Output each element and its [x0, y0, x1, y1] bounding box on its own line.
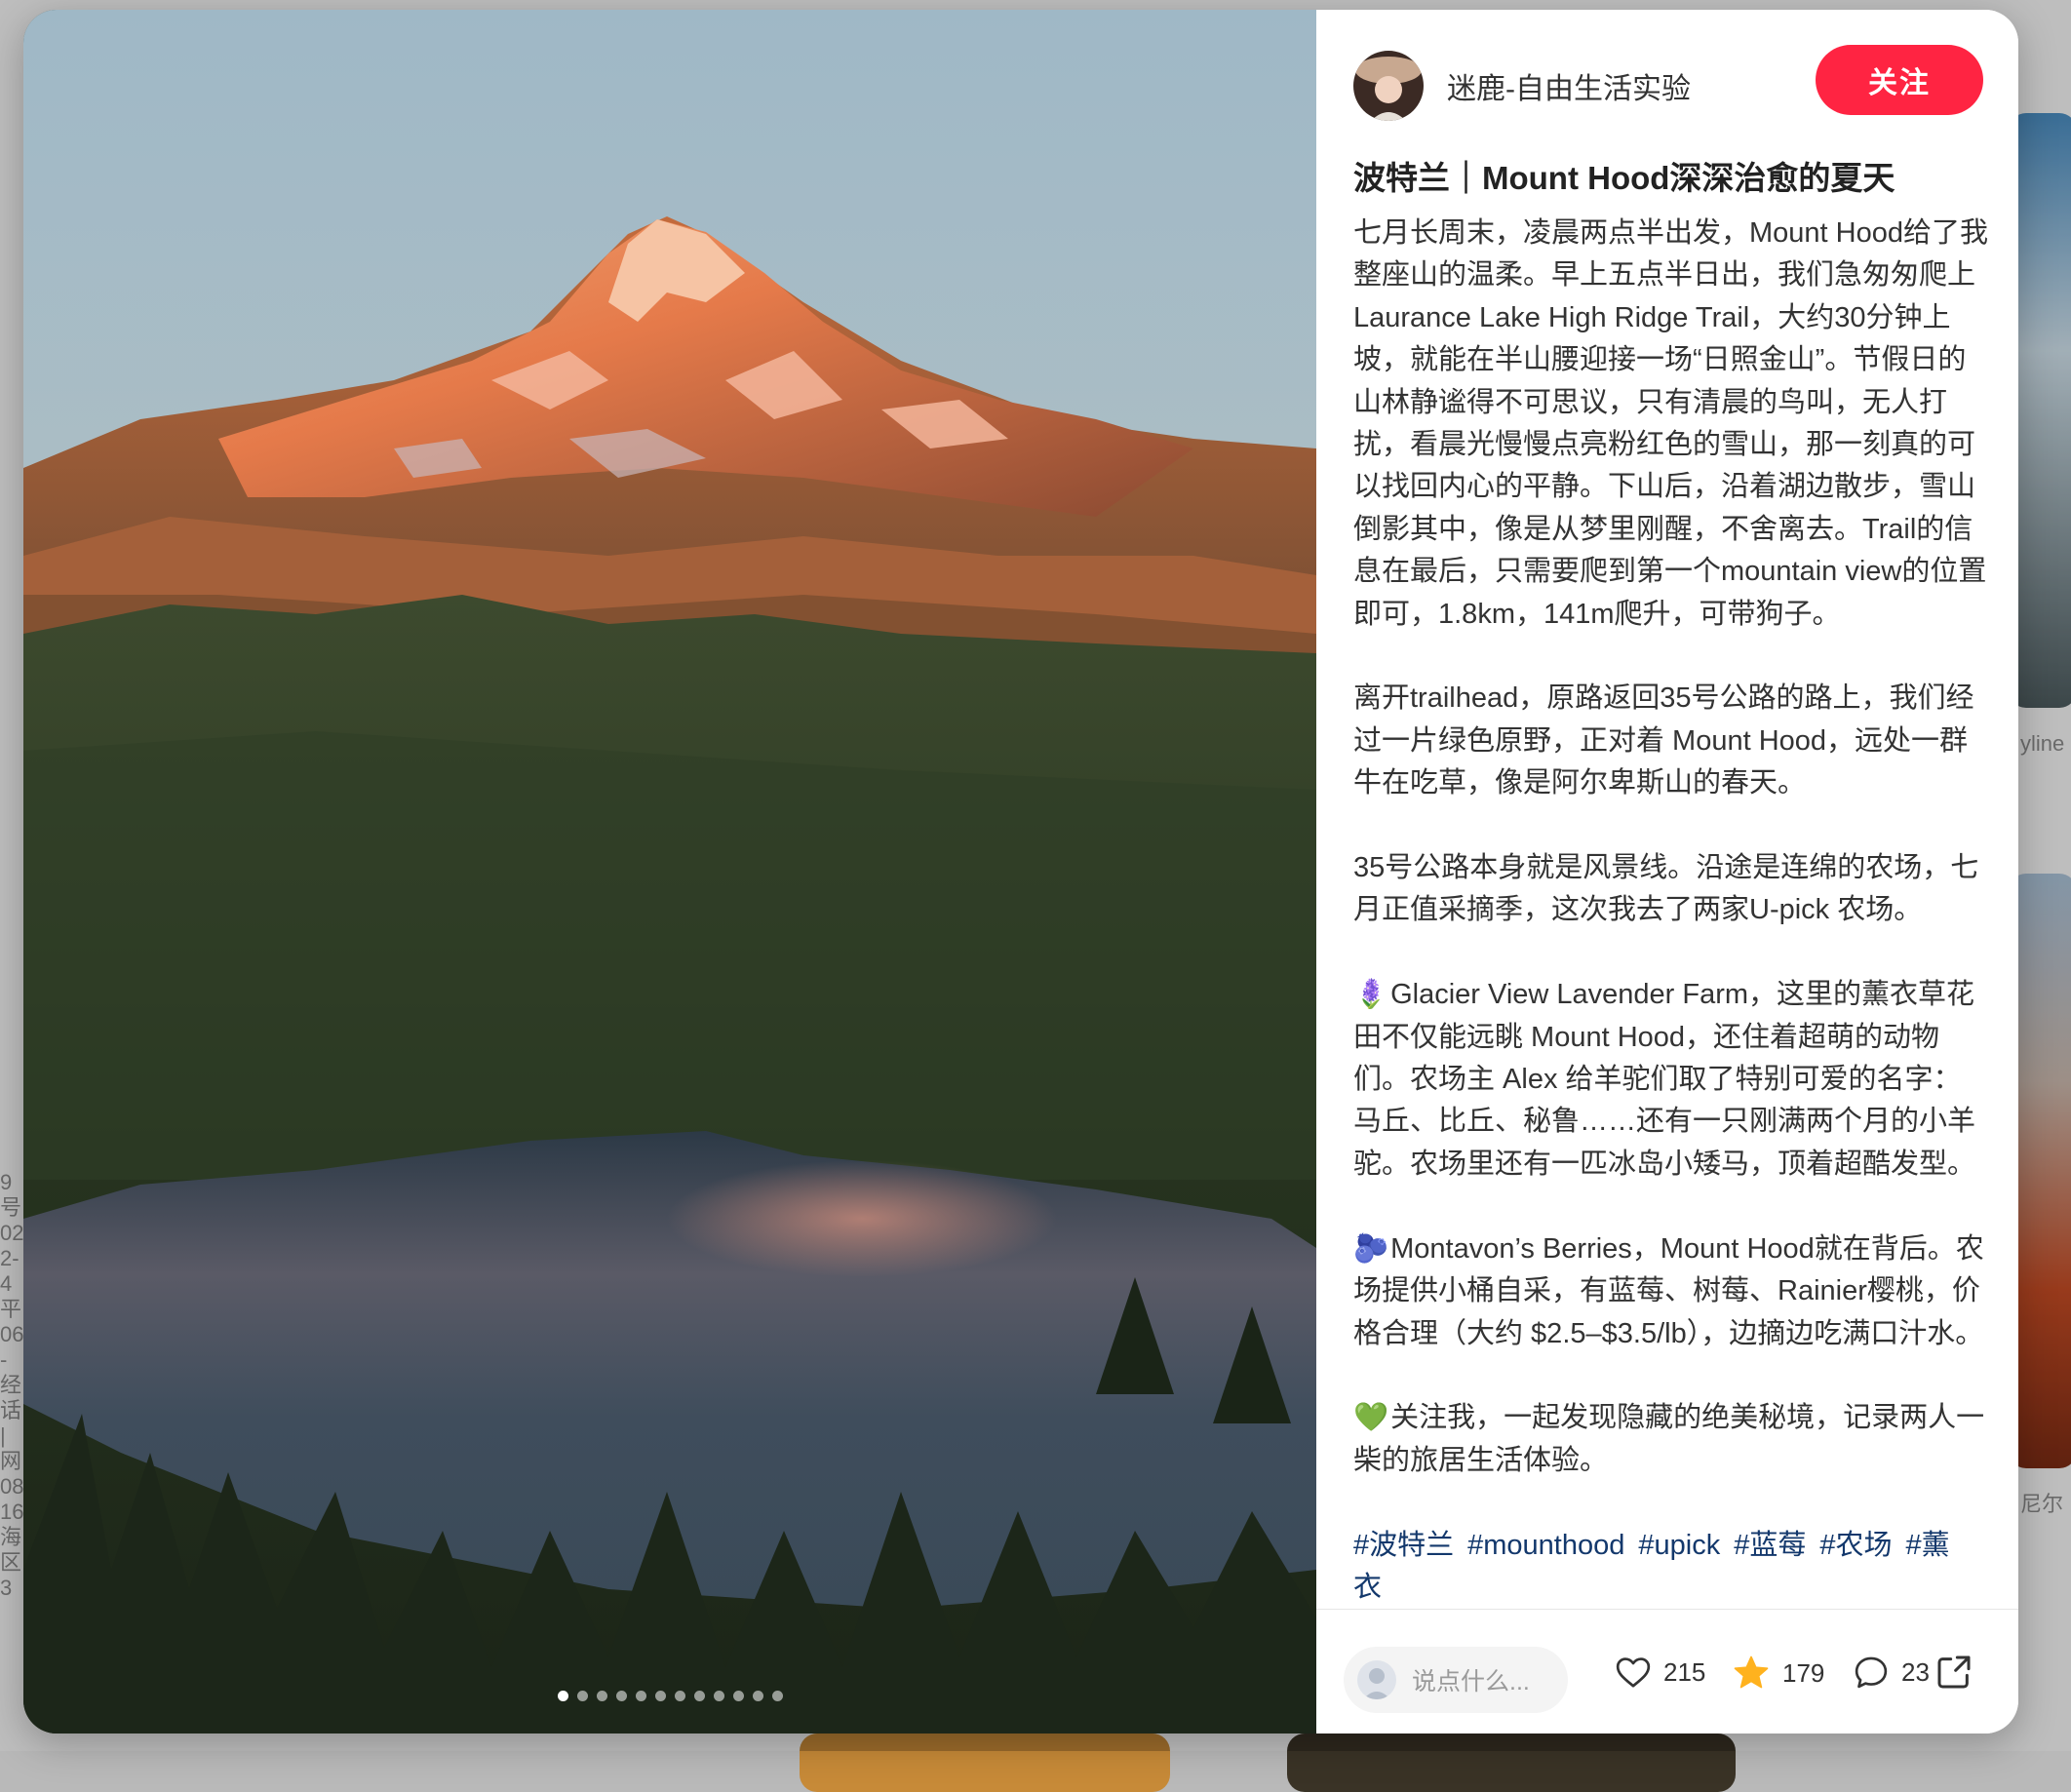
blueberry-emoji-icon: 🫐: [1353, 1232, 1389, 1265]
like-count: 215: [1663, 1656, 1706, 1687]
carousel-dot[interactable]: [635, 1691, 646, 1701]
comment-input[interactable]: 说点什么...: [1344, 1647, 1568, 1713]
comment-placeholder: 说点什么...: [1412, 1668, 1530, 1695]
note-title: 波特兰｜Mount Hood深深治愈的夏天: [1353, 160, 1895, 196]
follow-button[interactable]: 关注: [1816, 45, 1983, 115]
paragraph-text: Montavon’s Berries，Mount Hood就在背后。农场提供小桶…: [1353, 1232, 1984, 1349]
carousel-dot[interactable]: [596, 1691, 607, 1701]
note-paragraph: 💚关注我，一起发现隐藏的绝美秘境，记录两人一柴的旅居生活体验。: [1353, 1397, 1989, 1482]
note-paragraph: 七月长周末，凌晨两点半出发，Mount Hood给了我整座山的温柔。早上五点半日…: [1353, 213, 1989, 636]
carousel-dot[interactable]: [615, 1691, 627, 1701]
carousel-dot[interactable]: [557, 1691, 568, 1701]
hashtag-link[interactable]: #mounthood: [1467, 1530, 1624, 1561]
user-avatar-image: [1357, 1660, 1396, 1699]
comment-count: 23: [1901, 1656, 1930, 1687]
note-paragraph: 🫐Montavon’s Berries，Mount Hood就在背后。农场提供小…: [1353, 1228, 1989, 1355]
paragraph-text: 35号公路本身就是风景线。沿途是连绵的农场，七月正值采摘季，这次我去了两家U-p…: [1353, 852, 1979, 926]
paragraph-text: 七月长周末，凌晨两点半出发，Mount Hood给了我整座山的温柔。早上五点半日…: [1353, 217, 1988, 630]
note-content[interactable]: 七月长周末，凌晨两点半出发，Mount Hood给了我整座山的温柔。早上五点半日…: [1353, 213, 1989, 1611]
hashtag-link[interactable]: #蓝莓: [1734, 1530, 1806, 1561]
heart-icon: [1616, 1657, 1651, 1688]
engagement-bar: 说点什么... 215 179 23: [1316, 1610, 2018, 1734]
comment-icon: [1855, 1656, 1888, 1689]
share-button[interactable]: [1934, 1653, 1973, 1696]
lavender-emoji-icon: 🪻: [1353, 979, 1389, 1011]
note-photo[interactable]: [23, 10, 1316, 1734]
user-avatar: [1357, 1660, 1396, 1699]
like-button[interactable]: 215: [1615, 1655, 1705, 1690]
note-paragraph: 离开trailhead，原路返回35号公路的路上，我们经过一片绿色原野，正对着 …: [1353, 678, 1989, 804]
carousel-dot[interactable]: [732, 1691, 744, 1701]
paragraph-text: Glacier View Lavender Farm，这里的薰衣草花田不仅能远眺…: [1353, 979, 1976, 1180]
carousel-dot[interactable]: [576, 1691, 588, 1701]
carousel-dot[interactable]: [713, 1691, 724, 1701]
carousel-dot[interactable]: [693, 1691, 705, 1701]
green-heart-emoji-icon: 💚: [1353, 1402, 1389, 1434]
hashtag-link[interactable]: #农场: [1819, 1530, 1892, 1561]
collect-count: 179: [1782, 1657, 1825, 1688]
carousel-indicator[interactable]: [23, 1691, 1316, 1701]
share-icon: [1937, 1656, 1971, 1689]
carousel-dot[interactable]: [752, 1691, 763, 1701]
hashtag-link[interactable]: #波特兰: [1353, 1530, 1454, 1561]
author-info[interactable]: 迷鹿-自由生活实验: [1353, 47, 1691, 125]
comment-button[interactable]: 23: [1853, 1655, 1930, 1690]
avatar-image: [1353, 51, 1424, 121]
collect-button[interactable]: 179: [1732, 1655, 1824, 1692]
carousel-dot[interactable]: [771, 1691, 783, 1701]
paragraph-text: 关注我，一起发现隐藏的绝美秘境，记录两人一柴的旅居生活体验。: [1353, 1402, 1985, 1476]
carousel-dot[interactable]: [654, 1691, 666, 1701]
note-panel: 迷鹿-自由生活实验 关注 波特兰｜Mount Hood深深治愈的夏天 七月长周末…: [1316, 10, 2018, 1734]
note-paragraph: 35号公路本身就是风景线。沿途是连绵的农场，七月正值采摘季，这次我去了两家U-p…: [1353, 847, 1989, 932]
note-detail-modal: 迷鹿-自由生活实验 关注 波特兰｜Mount Hood深深治愈的夏天 七月长周末…: [23, 10, 2018, 1734]
note-paragraph: 🪻Glacier View Lavender Farm，这里的薰衣草花田不仅能远…: [1353, 974, 1989, 1186]
paragraph-text: 离开trailhead，原路返回35号公路的路上，我们经过一片绿色原野，正对着 …: [1353, 682, 1974, 799]
author-avatar[interactable]: [1353, 51, 1424, 121]
author-name[interactable]: 迷鹿-自由生活实验: [1447, 64, 1691, 107]
carousel-dot[interactable]: [674, 1691, 685, 1701]
star-icon: [1734, 1656, 1769, 1689]
hashtag-list: #波特兰 #mounthood #upick #蓝莓 #农场 #薰衣: [1353, 1525, 1989, 1610]
mount-hood-photo: [23, 10, 1316, 1734]
hashtag-link[interactable]: #upick: [1638, 1530, 1720, 1561]
